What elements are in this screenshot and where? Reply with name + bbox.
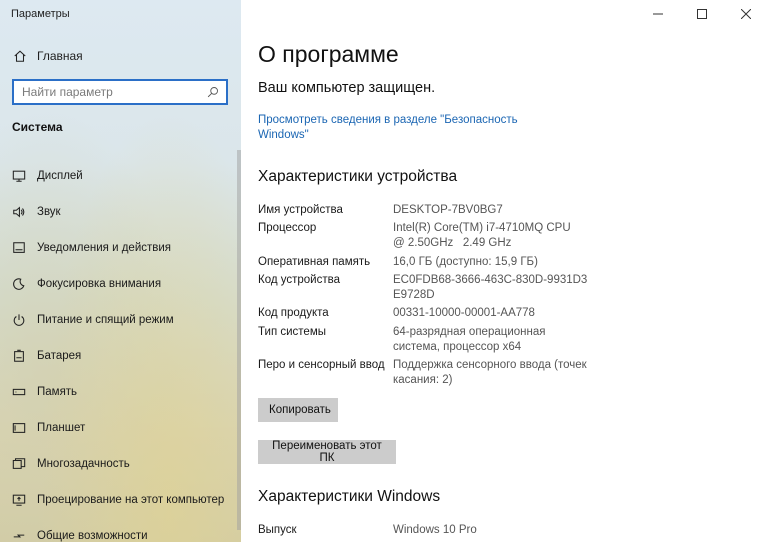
power-icon bbox=[11, 312, 27, 328]
window-controls bbox=[636, 0, 768, 28]
focus-assist-icon bbox=[11, 276, 27, 292]
sidebar-item-tablet[interactable]: Планшет bbox=[0, 410, 236, 446]
sidebar-item-label: Главная bbox=[37, 49, 83, 63]
sidebar-item-sound[interactable]: Звук bbox=[0, 194, 236, 230]
maximize-button[interactable] bbox=[680, 0, 724, 28]
search-box[interactable] bbox=[12, 79, 228, 105]
sidebar-item-home[interactable]: Главная bbox=[0, 45, 241, 67]
spec-value: 16,0 ГБ (доступно: 15,9 ГБ) bbox=[393, 256, 538, 268]
spec-value: Intel(R) Core(TM) i7-4710MQ CPU @ 2.50GH… bbox=[393, 222, 574, 249]
sidebar-item-label: Уведомления и действия bbox=[37, 242, 172, 254]
page-title: О программе bbox=[258, 41, 399, 67]
tablet-icon bbox=[11, 420, 27, 436]
maximize-icon bbox=[697, 9, 707, 19]
rename-pc-button[interactable]: Переименовать этот ПК bbox=[258, 440, 396, 464]
sidebar-item-label: Общие возможности bbox=[37, 530, 148, 542]
shared-experiences-icon bbox=[11, 528, 27, 542]
battery-icon bbox=[11, 348, 27, 364]
spec-value: 00331-10000-00001-AA778 bbox=[393, 307, 535, 319]
sidebar-item-label: Многозадачность bbox=[37, 458, 130, 470]
spec-key: Код устройства bbox=[258, 274, 340, 286]
spec-row-ram: Оперативная память 16,0 ГБ (доступно: 15… bbox=[258, 255, 758, 270]
main-content: О программе Ваш компьютер защищен. Просм… bbox=[241, 0, 768, 542]
sidebar-item-notifications[interactable]: Уведомления и действия bbox=[0, 230, 236, 266]
spec-key: Код продукта bbox=[258, 307, 329, 319]
sidebar-item-label: Проецирование на этот компьютер bbox=[37, 494, 225, 506]
display-icon bbox=[11, 168, 27, 184]
spec-key: Имя устройства bbox=[258, 204, 343, 216]
home-icon bbox=[12, 48, 28, 64]
copy-button[interactable]: Копировать bbox=[258, 398, 338, 422]
sidebar-item-label: Питание и спящий режим bbox=[37, 314, 174, 326]
close-button[interactable] bbox=[724, 0, 768, 28]
spec-row-device-id: Код устройства EC0FDB68-3666-463C-830D-9… bbox=[258, 273, 758, 303]
search-input[interactable] bbox=[14, 81, 206, 103]
sound-icon bbox=[11, 204, 27, 220]
spec-row-product-id: Код продукта 00331-10000-00001-AA778 bbox=[258, 306, 758, 321]
sidebar-item-storage[interactable]: Память bbox=[0, 374, 236, 410]
spec-row-edition: Выпуск Windows 10 Pro bbox=[258, 523, 758, 538]
spec-key: Тип системы bbox=[258, 326, 326, 338]
minimize-button[interactable] bbox=[636, 0, 680, 28]
sidebar-item-multitasking[interactable]: Многозадачность bbox=[0, 446, 236, 482]
spec-key: Оперативная память bbox=[258, 256, 371, 268]
spec-row-pen-touch: Перо и сенсорный ввод Поддержка сенсорно… bbox=[258, 358, 758, 388]
sidebar-item-display[interactable]: Дисплей bbox=[0, 158, 236, 194]
close-icon bbox=[741, 9, 751, 19]
spec-key: Выпуск bbox=[258, 524, 297, 536]
spec-value: 64-разрядная операционная система, проце… bbox=[393, 326, 546, 353]
sidebar-item-label: Планшет bbox=[37, 422, 86, 434]
notifications-icon bbox=[11, 240, 27, 256]
spec-value: DESKTOP-7BV0BG7 bbox=[393, 204, 503, 216]
protection-status: Ваш компьютер защищен. bbox=[258, 80, 436, 96]
spec-row-processor: Процессор Intel(R) Core(TM) i7-4710MQ CP… bbox=[258, 221, 758, 251]
sidebar-item-power[interactable]: Питание и спящий режим bbox=[0, 302, 236, 338]
minimize-icon bbox=[653, 13, 663, 15]
sidebar-item-label: Звук bbox=[37, 206, 61, 218]
projecting-icon bbox=[11, 492, 27, 508]
spec-key: Перо и сенсорный ввод bbox=[258, 359, 385, 371]
section-title: Система bbox=[12, 120, 63, 134]
sidebar-nav: Дисплей Звук Уведомления и действия Фоку… bbox=[0, 158, 236, 542]
sidebar-item-label: Память bbox=[37, 386, 78, 398]
windows-specs-heading: Характеристики Windows bbox=[258, 488, 441, 505]
security-details-link[interactable]: Просмотреть сведения в разделе "Безопасн… bbox=[258, 113, 518, 143]
spec-key: Процессор bbox=[258, 222, 317, 234]
sidebar-item-label: Дисплей bbox=[37, 170, 83, 182]
device-specs-heading: Характеристики устройства bbox=[258, 168, 458, 185]
sidebar-item-projecting[interactable]: Проецирование на этот компьютер bbox=[0, 482, 236, 518]
sidebar: Параметры Главная Система Дисплей Звук У… bbox=[0, 0, 241, 542]
sidebar-item-shared-experiences[interactable]: Общие возможности bbox=[0, 518, 236, 542]
app-title: Параметры bbox=[11, 8, 70, 20]
sidebar-item-battery[interactable]: Батарея bbox=[0, 338, 236, 374]
sidebar-item-focus-assist[interactable]: Фокусировка внимания bbox=[0, 266, 236, 302]
storage-icon bbox=[11, 384, 27, 400]
spec-row-device-name: Имя устройства DESKTOP-7BV0BG7 bbox=[258, 203, 758, 218]
spec-row-system-type: Тип системы 64-разрядная операционная си… bbox=[258, 325, 758, 355]
sidebar-item-label: Батарея bbox=[37, 350, 82, 362]
multitasking-icon bbox=[11, 456, 27, 472]
search-icon[interactable] bbox=[206, 84, 220, 100]
spec-value: Поддержка сенсорного ввода (точек касани… bbox=[393, 359, 587, 386]
spec-value: Windows 10 Pro bbox=[393, 524, 477, 536]
sidebar-item-label: Фокусировка внимания bbox=[37, 278, 162, 290]
spec-value: EC0FDB68-3666-463C-830D-9931D3E9728D bbox=[393, 274, 588, 301]
